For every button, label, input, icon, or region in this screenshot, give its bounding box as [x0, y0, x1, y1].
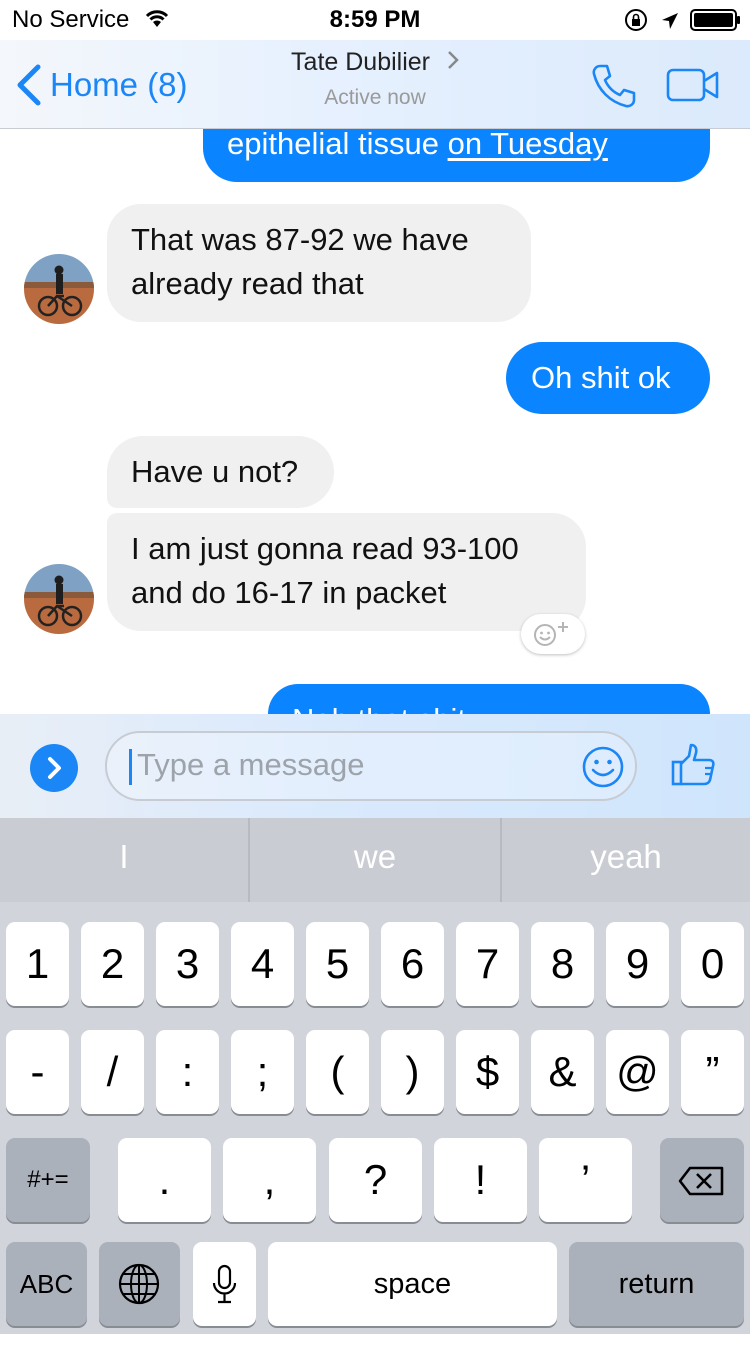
- message-text: Have u not?: [131, 454, 299, 489]
- conversation-header: Home (8) Tate Dubilier Active now: [0, 40, 750, 129]
- key-question[interactable]: ?: [329, 1138, 422, 1222]
- emoji-icon[interactable]: [581, 745, 625, 794]
- keyboard: I we yeah 1 2 3 4 5 6 7 8 9 0 - / : ; ( …: [0, 818, 750, 1334]
- key-hyphen[interactable]: -: [6, 1030, 69, 1114]
- key-dollar[interactable]: $: [456, 1030, 519, 1114]
- key-0[interactable]: 0: [681, 922, 744, 1006]
- microphone-icon: [212, 1264, 237, 1304]
- globe-key[interactable]: [99, 1242, 180, 1326]
- chevron-right-icon: [48, 757, 61, 779]
- key-slash[interactable]: /: [81, 1030, 144, 1114]
- delete-key[interactable]: [660, 1138, 744, 1222]
- text-cursor: [129, 749, 132, 785]
- location-icon: [660, 10, 680, 38]
- key-at[interactable]: @: [606, 1030, 669, 1114]
- key-7[interactable]: 7: [456, 922, 519, 1006]
- key-colon[interactable]: :: [156, 1030, 219, 1114]
- incoming-message[interactable]: I am just gonna read 93-100 and do 16-17…: [107, 513, 586, 631]
- add-reaction-button[interactable]: [521, 614, 585, 654]
- message-text: Oh shit ok: [531, 360, 671, 395]
- thumbs-up-icon[interactable]: [670, 742, 716, 793]
- expand-actions-button[interactable]: [30, 744, 78, 792]
- key-4[interactable]: 4: [231, 922, 294, 1006]
- key-quote[interactable]: ”: [681, 1030, 744, 1114]
- battery-icon: [690, 9, 742, 38]
- abc-key[interactable]: ABC: [6, 1242, 87, 1326]
- status-bar: No Service 8:59 PM: [0, 0, 750, 40]
- message-line: already read that: [131, 266, 364, 301]
- key-2[interactable]: 2: [81, 922, 144, 1006]
- key-close-paren[interactable]: ): [381, 1030, 444, 1114]
- incoming-message[interactable]: That was 87-92 we have already read that: [107, 204, 531, 322]
- message-link[interactable]: on Tuesday: [448, 126, 608, 161]
- chevron-right-icon: [448, 51, 459, 69]
- message-input-placeholder: Type a message: [137, 747, 365, 782]
- key-open-paren[interactable]: (: [306, 1030, 369, 1114]
- message-composer: Type a message: [0, 714, 750, 818]
- message-input[interactable]: Type a message: [105, 731, 637, 801]
- key-5[interactable]: 5: [306, 922, 369, 1006]
- key-apostrophe[interactable]: ’: [539, 1138, 632, 1222]
- key-6[interactable]: 6: [381, 922, 444, 1006]
- message-text: epithelial tissue: [227, 126, 448, 161]
- prediction-suggestion[interactable]: I: [0, 818, 248, 902]
- space-key[interactable]: space: [268, 1242, 557, 1326]
- key-8[interactable]: 8: [531, 922, 594, 1006]
- key-1[interactable]: 1: [6, 922, 69, 1006]
- prediction-suggestion[interactable]: we: [250, 818, 500, 902]
- contact-avatar[interactable]: [24, 564, 94, 634]
- symbols-mode-key[interactable]: #+=: [6, 1138, 90, 1222]
- key-comma[interactable]: ,: [223, 1138, 316, 1222]
- backspace-icon: [678, 1166, 724, 1196]
- key-ampersand[interactable]: &: [531, 1030, 594, 1114]
- key-exclamation[interactable]: !: [434, 1138, 527, 1222]
- globe-icon: [118, 1263, 160, 1305]
- key-3[interactable]: 3: [156, 922, 219, 1006]
- phone-icon[interactable]: [590, 62, 638, 115]
- video-call-icon[interactable]: [666, 68, 720, 107]
- return-key[interactable]: return: [569, 1242, 744, 1326]
- key-9[interactable]: 9: [606, 922, 669, 1006]
- predictive-bar: I we yeah: [0, 818, 750, 902]
- dictation-key[interactable]: [193, 1242, 256, 1326]
- message-line: and do 16-17 in packet: [131, 575, 447, 610]
- message-line: That was 87-92 we have: [131, 222, 469, 257]
- message-line: I am just gonna read 93-100: [131, 531, 519, 566]
- outgoing-message[interactable]: Oh shit ok: [506, 342, 710, 414]
- emoji-add-icon: [534, 622, 568, 646]
- key-period[interactable]: .: [118, 1138, 211, 1222]
- rotation-lock-icon: [624, 8, 648, 39]
- contact-name: Tate Dubilier: [291, 48, 430, 76]
- incoming-message[interactable]: Have u not?: [107, 436, 334, 508]
- key-semicolon[interactable]: ;: [231, 1030, 294, 1114]
- prediction-suggestion[interactable]: yeah: [502, 818, 750, 902]
- contact-avatar[interactable]: [24, 254, 94, 324]
